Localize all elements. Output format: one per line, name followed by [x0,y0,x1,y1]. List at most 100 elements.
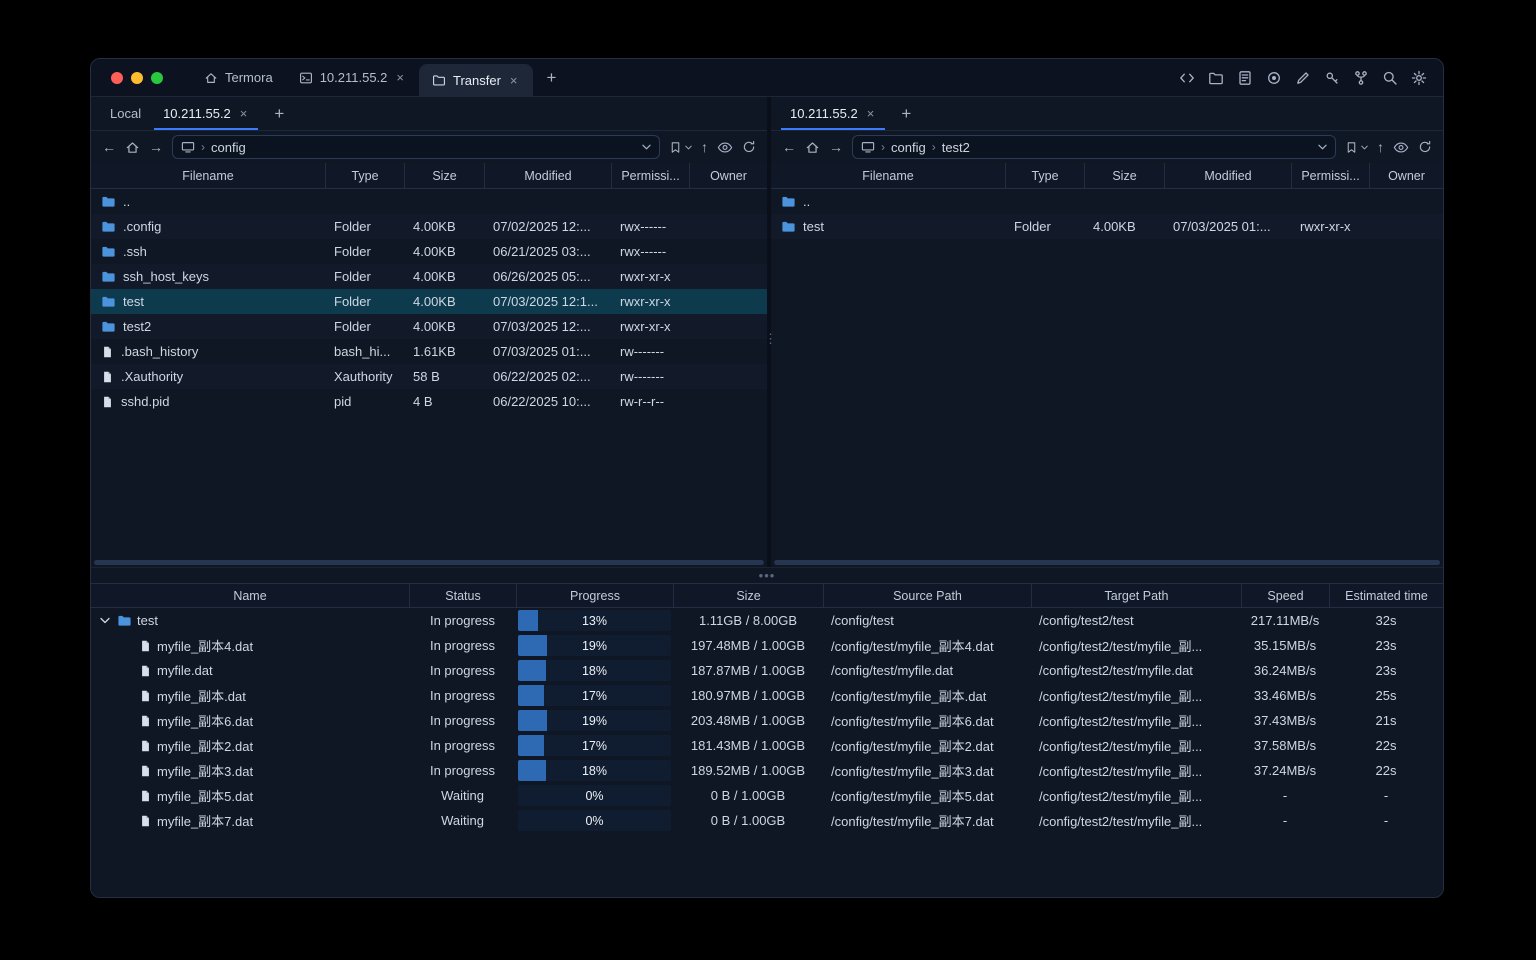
transfer-row-myfile-4-dat[interactable]: myfile_副本4.dat In progress 19% 197.48MB / 1… [91,633,1443,658]
transfer-row-myfile-dat[interactable]: myfile_副本.dat In progress 17% 180.97MB / 1.… [91,683,1443,708]
panel-tab-10-211-55-2[interactable]: 10.211.55.2 × [779,97,887,130]
column-header-speed[interactable]: Speed [1241,584,1329,607]
column-header-size[interactable]: Size [1084,163,1164,188]
column-header-progress[interactable]: Progress [516,584,673,607]
column-header-modified[interactable]: Modified [484,163,611,188]
left-path-field[interactable]: › config [172,135,660,159]
column-header-permissi[interactable]: Permissi... [1291,163,1369,188]
upload-icon[interactable]: ↑ [1377,140,1384,154]
back-icon[interactable]: ← [102,140,116,154]
breadcrumb-item-config[interactable]: config [891,140,926,155]
right-path-field[interactable]: › config › test2 [852,135,1336,159]
column-header-size[interactable]: Size [673,584,823,607]
column-header-permissi[interactable]: Permissi... [611,163,689,188]
upload-icon[interactable]: ↑ [701,140,708,154]
close-window-button[interactable] [111,71,123,84]
branch-icon[interactable] [1353,70,1369,86]
column-header-owner[interactable]: Owner [689,163,767,188]
close-tab-icon[interactable]: × [238,105,250,122]
refresh-icon[interactable] [1418,140,1432,154]
code-icon[interactable] [1179,70,1195,86]
column-header-name[interactable]: Name [91,584,409,607]
file-row-item[interactable]: .. [771,189,1443,214]
folder-icon[interactable] [1208,70,1224,86]
column-header-estimated-time[interactable]: Estimated time [1329,584,1443,607]
transfer-row-myfile-3-dat[interactable]: myfile_副本3.dat In progress 18% 189.52MB / 1… [91,758,1443,783]
bookmark-dropdown[interactable] [1345,141,1368,154]
breadcrumb-item-test2[interactable]: test2 [942,140,970,155]
show-hidden-icon[interactable] [1393,141,1409,153]
file-row-config[interactable]: .config Folder 4.00KB 07/02/2025 12:... rwx-… [91,214,767,239]
file-row-test2[interactable]: test2 Folder 4.00KB 07/03/2025 12:... rwxr-x… [91,314,767,339]
file-row-xauthority[interactable]: .Xauthority Xauthority 58 B 06/22/2025 02:.… [91,364,767,389]
transfer-row-myfile-6-dat[interactable]: myfile_副本6.dat In progress 19% 203.48MB / 1… [91,708,1443,733]
scrollbar-thumb[interactable] [94,560,764,565]
transfer-row-myfile-2-dat[interactable]: myfile_副本2.dat In progress 17% 181.43MB / 1… [91,733,1443,758]
minimize-window-button[interactable] [131,71,143,84]
file-row-item[interactable]: .. [91,189,767,214]
file-row-bash-history[interactable]: .bash_history bash_hi... 1.61KB 07/03/2025 … [91,339,767,364]
close-tab-icon[interactable]: × [865,105,877,122]
edit-icon[interactable] [1295,70,1311,86]
left-table-header: Filename Type Size Modified Permissi... Owner [91,163,767,189]
source-path: /config/test/myfile_副本3.dat [831,764,994,779]
log-icon[interactable] [1237,70,1253,86]
file-row-test[interactable]: test Folder 4.00KB 07/03/2025 01:... rwxr-xr… [771,214,1443,239]
record-icon[interactable] [1266,70,1282,86]
window-tab-transfer[interactable]: Transfer × [419,64,533,96]
file-name: test [803,219,824,234]
expand-chevron-icon[interactable] [97,617,112,624]
progress-bar: 18% [518,660,671,681]
transfer-row-myfile-5-dat[interactable]: myfile_副本5.dat Waiting 0% 0 B / 1.00GB/conf… [91,783,1443,808]
transfer-row-myfile-7-dat[interactable]: myfile_副本7.dat Waiting 0% 0 B / 1.00GB/conf… [91,808,1443,833]
home-icon[interactable] [125,140,140,155]
bookmark-dropdown[interactable] [669,141,692,154]
file-row-sshd-pid[interactable]: sshd.pid pid 4 B 06/22/2025 10:... rw-r--r-- [91,389,767,414]
column-header-type[interactable]: Type [325,163,404,188]
settings-icon[interactable] [1411,70,1427,86]
horizontal-splitter[interactable]: ••• [91,567,1443,583]
estimated-time: 22s [1375,738,1397,753]
column-header-filename[interactable]: Filename [771,163,1005,188]
column-header-target-path[interactable]: Target Path [1031,584,1241,607]
refresh-icon[interactable] [742,140,756,154]
window-tab-termora[interactable]: Termora [191,59,286,96]
breadcrumb-item-config[interactable]: config [211,140,246,155]
close-tab-icon[interactable]: × [508,72,520,89]
progress-percent: 17% [581,738,608,753]
file-row-ssh-host-keys[interactable]: ssh_host_keys Folder 4.00KB 06/26/2025 05:.… [91,264,767,289]
column-header-filename[interactable]: Filename [91,163,325,188]
key-icon[interactable] [1324,70,1340,86]
column-header-size[interactable]: Size [404,163,484,188]
transfer-row-test[interactable]: test In progress 13% 1.11GB / 8.00GB/config… [91,608,1443,633]
panel-tab-local[interactable]: Local [99,97,152,130]
file-row-ssh[interactable]: .ssh Folder 4.00KB 06/21/2025 03:... rwx----… [91,239,767,264]
file-row-test[interactable]: test Folder 4.00KB 07/03/2025 12:1... rwxr-x… [91,289,767,314]
column-header-type[interactable]: Type [1005,163,1084,188]
forward-icon[interactable]: → [829,140,843,154]
chevron-down-icon[interactable] [642,144,651,150]
right-new-tab-button[interactable]: + [893,97,919,130]
folder-icon [432,73,446,87]
zoom-window-button[interactable] [151,71,163,84]
scrollbar-thumb[interactable] [774,560,1440,565]
forward-icon[interactable]: → [149,140,163,154]
window-tab-10-211-55-2[interactable]: 10.211.55.2 × [286,59,419,96]
home-icon[interactable] [805,140,820,155]
panel-tab-10-211-55-2[interactable]: 10.211.55.2 × [152,97,260,130]
column-header-status[interactable]: Status [409,584,516,607]
transfer-row-myfile-dat[interactable]: myfile.dat In progress 18% 187.87MB / 1.00G… [91,658,1443,683]
show-hidden-icon[interactable] [717,141,733,153]
progress-percent: 19% [581,638,608,653]
search-icon[interactable] [1382,70,1398,86]
new-window-tab-button[interactable]: + [539,67,565,88]
chevron-down-icon[interactable] [1318,144,1327,150]
file-size: 4.00KB [413,294,456,309]
back-icon[interactable]: ← [782,140,796,154]
column-header-source-path[interactable]: Source Path [823,584,1031,607]
close-tab-icon[interactable]: × [394,69,406,86]
transfer-name: myfile_副本5.dat [157,789,254,804]
column-header-modified[interactable]: Modified [1164,163,1291,188]
column-header-owner[interactable]: Owner [1369,163,1443,188]
left-new-tab-button[interactable]: + [266,97,292,130]
